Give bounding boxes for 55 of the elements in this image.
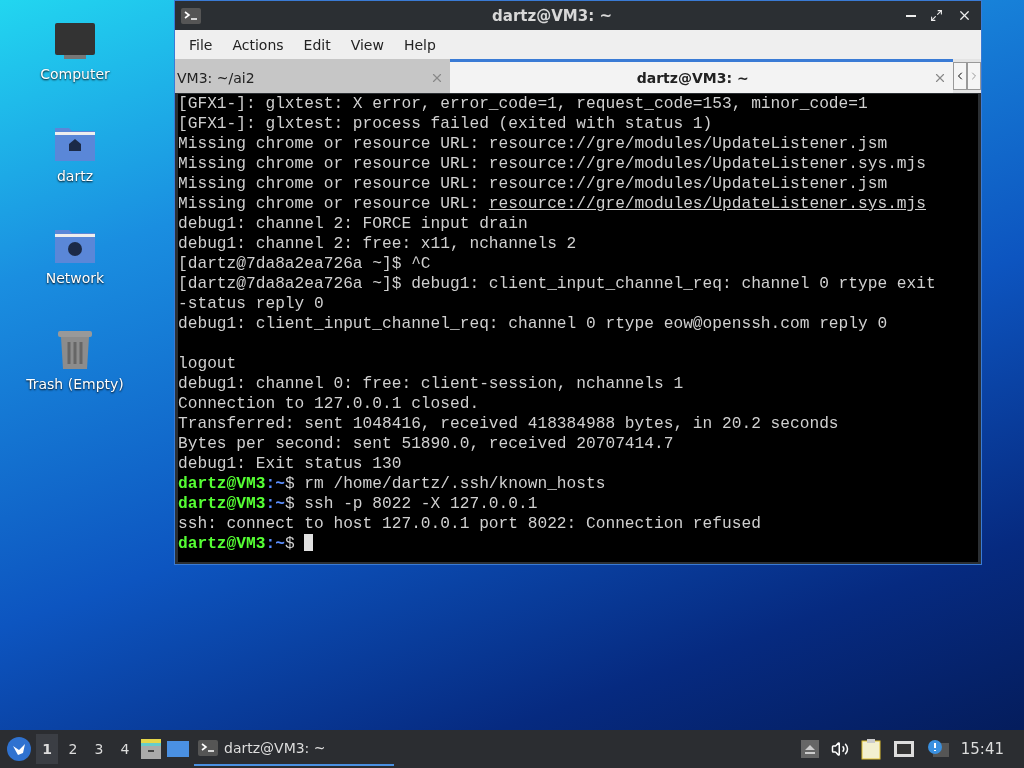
terminal-line: Missing chrome or resource URL: resource://gre/modules/UpdateListener.sys.mjs (178, 154, 927, 174)
terminal-line: dartz@VM3:~$ ssh -p 8022 -X 127.0.0.1 (178, 494, 539, 514)
close-icon (957, 8, 972, 23)
alert-icon[interactable] (926, 739, 949, 759)
start-menu-icon[interactable] (6, 736, 32, 762)
minimize-icon (906, 14, 916, 17)
terminal-line: logout (178, 354, 238, 374)
terminal-line: -status reply 0 (178, 294, 325, 314)
terminal-line: debug1: Exit status 130 (178, 454, 403, 474)
terminal-line: debug1: channel 2: FORCE input drain (178, 214, 529, 234)
terminal-line: [GFX1-]: glxtest: X error, error_code=1, request_code=153, minor_code=1 (178, 94, 869, 114)
desktop-icon-label[interactable]: Network (45, 270, 105, 286)
clock: 15:41 (960, 740, 1004, 758)
scroll-left-button[interactable] (953, 62, 967, 90)
workspace-button[interactable]: 2 (62, 734, 84, 764)
menu-item[interactable]: Edit (293, 36, 341, 53)
workspace-button[interactable]: 4 (114, 734, 136, 764)
desktop-icon-label[interactable]: Trash (Empty) (26, 376, 124, 392)
terminal-line: debug1: channel 2: free: x11, nchannels 2 (178, 234, 578, 254)
terminal-icon (181, 7, 201, 24)
terminal-line: dartz@VM3:~$ rm /home/dartz/.ssh/known_hosts (178, 474, 607, 494)
trash-icon (56, 328, 94, 370)
maximize-icon (930, 9, 943, 22)
terminal-line: [dartz@7da8a2ea726a ~]$ ^C (178, 254, 432, 274)
terminal-line: Missing chrome or resource URL: resource://gre/modules/UpdateListener.sys.mjs (178, 194, 927, 214)
desktop-icon[interactable] (166, 739, 190, 759)
menu-item[interactable]: Help (393, 36, 446, 53)
terminal-line: Transferred: sent 1048416, received 418384988 bytes, in 20.2 seconds (178, 414, 840, 434)
terminal-line: Missing chrome or resource URL: resource://gre/modules/UpdateListener.jsm (178, 134, 889, 154)
terminal-tab[interactable]: VM3: ~/ai2 (175, 59, 451, 93)
file-cabinet-icon[interactable] (140, 738, 162, 760)
terminal-line: debug1: channel 0: free: client-session, nchannels 1 (178, 374, 685, 394)
terminal-line: Missing chrome or resource URL: resource://gre/modules/UpdateListener.jsm (178, 174, 889, 194)
terminal-line: Connection to 127.0.0.1 closed. (178, 394, 481, 414)
terminal-icon (198, 740, 218, 756)
workspace-button[interactable]: 3 (88, 734, 110, 764)
terminal-line: ssh: connect to host 127.0.0.1 port 8022: Connection refused (178, 514, 762, 534)
terminal-line: dartz@VM3:~$ (178, 534, 978, 554)
menu-item[interactable]: File (179, 36, 223, 53)
terminal-line: Bytes per second: sent 51890.0, received 20707414.7 (178, 434, 675, 454)
menu-item[interactable]: Actions (222, 36, 294, 53)
menu-item[interactable]: View (340, 36, 394, 53)
window-title: dartz@VM3: ~ (491, 6, 613, 25)
terminal-line: debug1: client_input_channel_req: channel 0 rtype eow@openssh.com reply 0 (178, 314, 889, 334)
scroll-right-button[interactable] (967, 62, 981, 90)
terminal-tab[interactable]: dartz@VM3: ~ (450, 59, 953, 93)
terminal-line: [GFX1-]: glxtest: process failed (exited with status 1) (178, 114, 714, 134)
terminal-line: [dartz@7da8a2ea726a ~]$ debug1: client_input_channel_req: channel 0 rtype exit (178, 274, 937, 294)
clipboard-icon[interactable] (860, 738, 881, 760)
workspace-button[interactable]: 1 (36, 734, 58, 764)
volume-icon[interactable] (830, 740, 849, 758)
minimize-button[interactable] (903, 14, 919, 17)
url-link[interactable]: resource://gre/modules/UpdateListener.sys.mjs (488, 195, 926, 213)
eject-icon[interactable] (800, 740, 819, 758)
monitor-icon (54, 22, 96, 60)
